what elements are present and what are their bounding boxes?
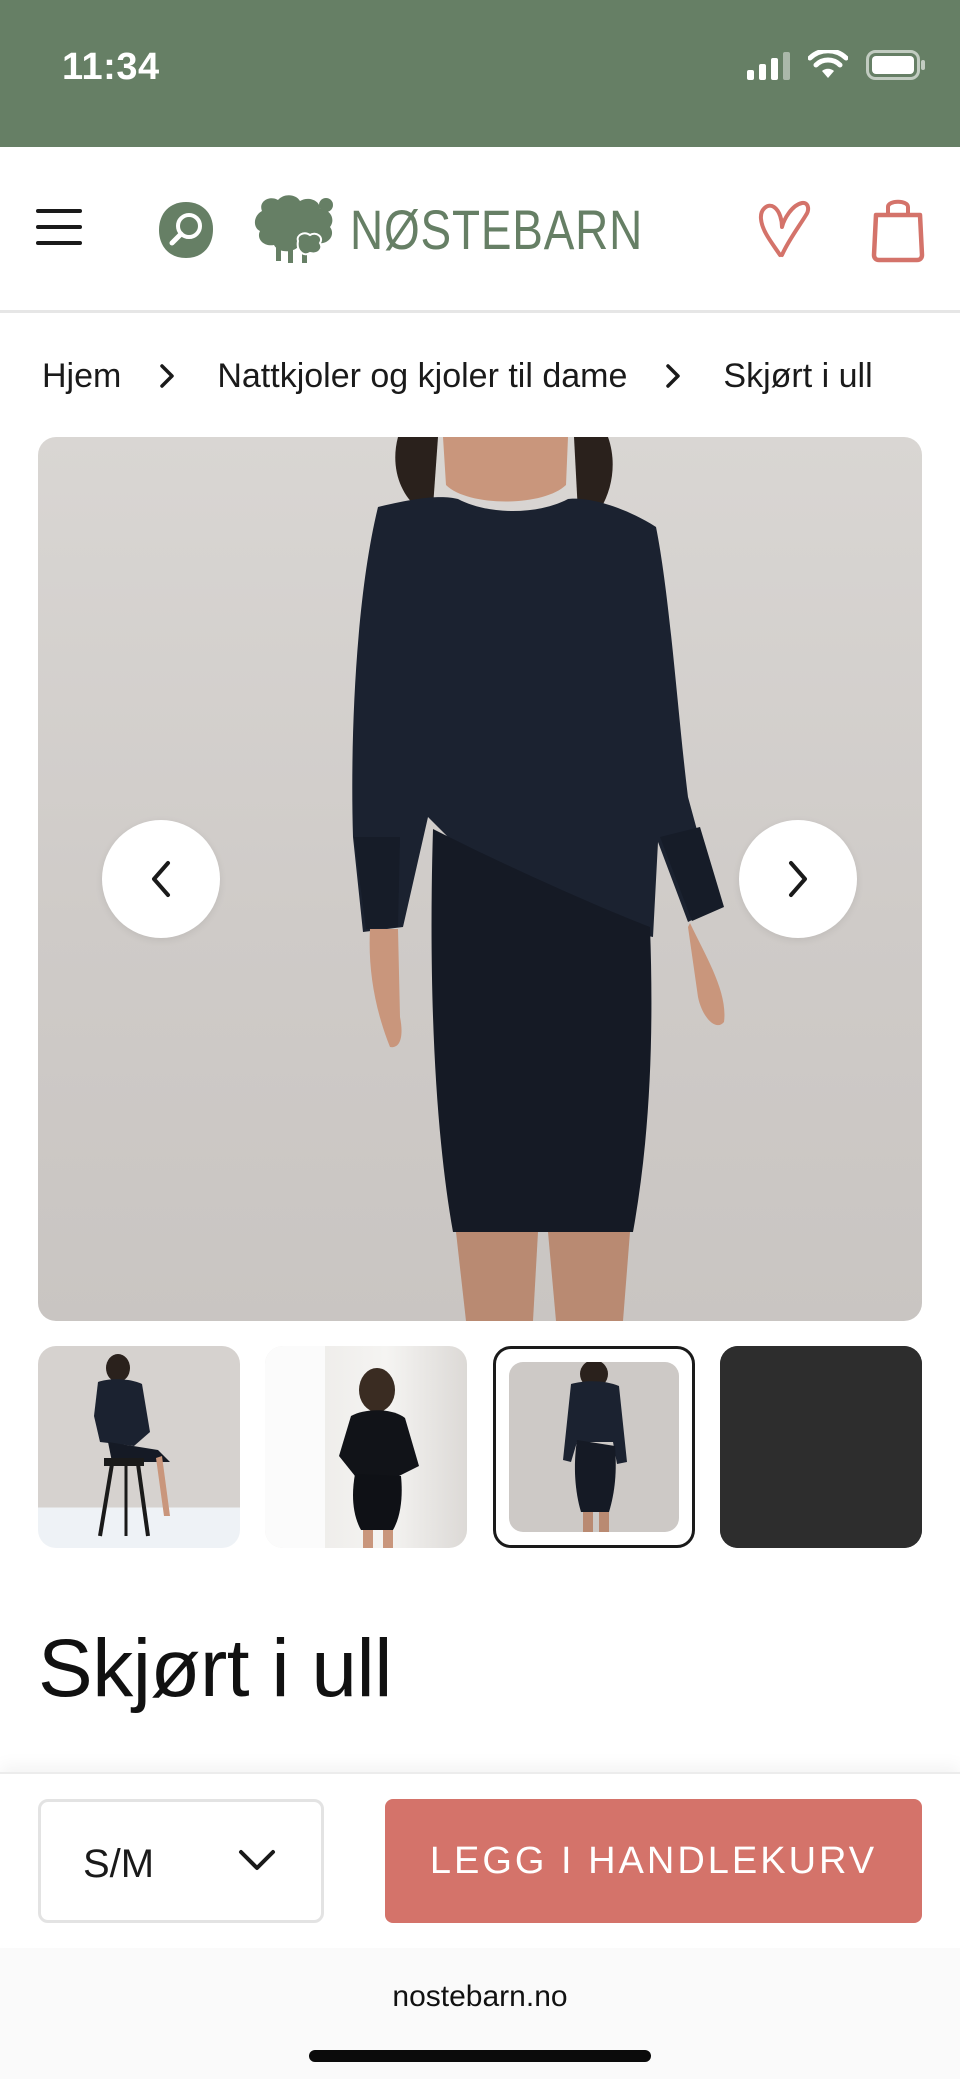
breadcrumb-category[interactable]: Nattkjoler og kjoler til dame — [217, 357, 627, 396]
wifi-icon — [808, 50, 848, 78]
size-select-value: S/M — [83, 1842, 155, 1886]
chevron-down-icon — [239, 1850, 275, 1870]
thumbnail-standing-front[interactable] — [493, 1346, 695, 1548]
brand-logo[interactable]: NØSTEBARN — [248, 189, 708, 269]
chevron-right-icon — [789, 861, 807, 897]
search-button[interactable] — [156, 199, 216, 261]
breadcrumb: Hjem Nattkjoler og kjoler til dame Skjør… — [42, 350, 873, 402]
thumbnail-seated-on-stool[interactable] — [38, 1346, 240, 1548]
thumbnail-standing-window[interactable] — [265, 1346, 467, 1548]
size-select[interactable]: S/M — [38, 1799, 324, 1923]
search-icon — [159, 202, 213, 258]
purchase-bar: S/M LEGG I HANDLEKURV — [0, 1772, 960, 1948]
product-main-image[interactable] — [38, 437, 922, 1321]
shopping-bag-icon — [871, 199, 925, 263]
home-indicator[interactable] — [309, 2050, 651, 2062]
thumbnail-image — [265, 1346, 419, 1548]
thumbnail-image — [94, 1354, 170, 1537]
thumbnail-image — [720, 1346, 922, 1548]
cellular-signal-icon — [747, 50, 790, 80]
status-icons — [747, 50, 926, 80]
chevron-right-icon — [666, 364, 681, 388]
product-title: Skjørt i ull — [38, 1623, 392, 1714]
thumbnail-image — [563, 1362, 627, 1532]
breadcrumb-current: Skjørt i ull — [723, 356, 873, 395]
chevron-left-icon — [152, 861, 170, 897]
heart-icon — [758, 200, 811, 257]
status-bar: 11:34 — [0, 0, 960, 147]
gallery-prev-button[interactable] — [102, 820, 220, 938]
battery-icon — [866, 50, 925, 80]
site-header: NØSTEBARN — [0, 147, 960, 313]
browser-bottom-bar: nostebarn.no — [0, 1948, 960, 2079]
add-to-cart-button[interactable]: LEGG I HANDLEKURV — [385, 1799, 922, 1923]
url-bar[interactable]: nostebarn.no — [0, 1980, 960, 2014]
hamburger-icon[interactable] — [36, 209, 82, 249]
breadcrumb-home[interactable]: Hjem — [42, 357, 121, 396]
status-time: 11:34 — [62, 46, 160, 88]
thumbnail-fabric-closeup[interactable] — [720, 1346, 922, 1548]
chevron-right-icon — [160, 364, 175, 388]
gallery-next-button[interactable] — [739, 820, 857, 938]
wishlist-button[interactable] — [756, 197, 812, 261]
brand-wordmark: NØSTEBARN — [350, 197, 644, 261]
thumbnail-strip — [38, 1346, 922, 1548]
sheep-logo — [254, 195, 333, 263]
cart-button[interactable] — [870, 195, 926, 263]
